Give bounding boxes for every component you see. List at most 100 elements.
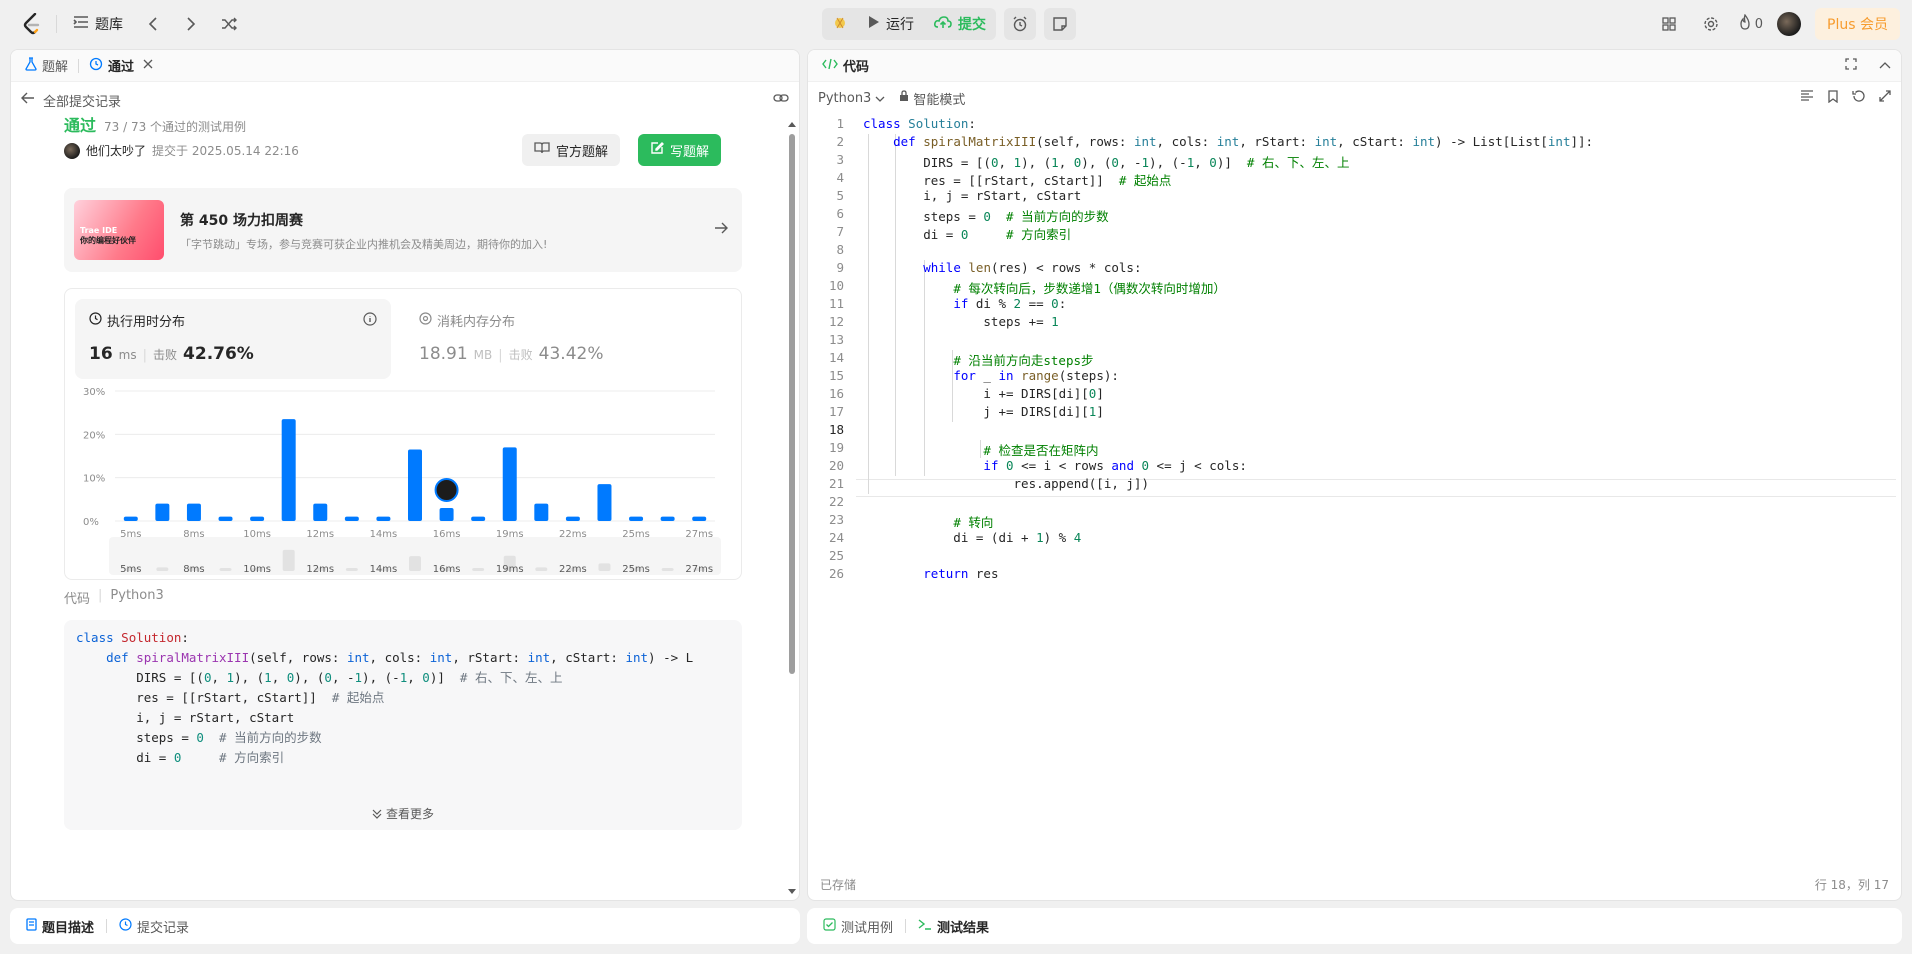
minimap-bar — [156, 567, 169, 571]
smart-mode-toggle[interactable]: 智能模式 — [899, 89, 965, 108]
minimap-label: 16ms — [433, 564, 461, 575]
editor-status-bar: 已存储 行 18，列 17 — [808, 868, 1901, 900]
bookmark-icon[interactable] — [1828, 89, 1838, 107]
history-icon — [89, 57, 103, 75]
alarm-icon[interactable] — [1004, 8, 1036, 40]
divider — [78, 58, 80, 73]
see-more-button[interactable]: 查看更多 — [64, 790, 742, 830]
scrollbar-thumb[interactable] — [789, 134, 795, 674]
share-link-icon[interactable] — [773, 92, 789, 108]
chart-bar — [502, 447, 517, 521]
minimap-label: 14ms — [370, 564, 398, 575]
tab-test-result[interactable]: 测试结果 — [914, 917, 993, 936]
tab-description-label: 题目描述 — [42, 920, 95, 936]
contest-banner[interactable]: Trae IDE 你的编程好伙伴 第 450 场力扣周赛 「字节跳动」专场，参与… — [64, 188, 742, 272]
tab-accepted-label: 通过 — [108, 60, 135, 75]
tab-testcase[interactable]: 测试用例 — [819, 917, 897, 936]
plus-member-button[interactable]: Plus 会员 — [1815, 8, 1900, 40]
close-icon[interactable] — [143, 58, 153, 73]
submitted-code-preview[interactable]: class Solution: def spiralMatrixIII(self… — [64, 620, 742, 830]
run-button[interactable]: 运行 — [858, 8, 924, 40]
minimap-bar — [282, 549, 295, 571]
leetcode-logo-icon[interactable] — [18, 10, 46, 38]
language-select[interactable]: Python3 — [818, 91, 885, 106]
next-problem-button[interactable] — [177, 10, 205, 38]
info-icon[interactable] — [363, 311, 377, 330]
write-solution-button[interactable]: 写题解 — [638, 134, 722, 166]
tab-submissions[interactable]: 提交记录 — [115, 917, 193, 936]
code-editor[interactable]: 1 class Solution: 2 def spiralMatrixIII(s… — [808, 116, 1901, 856]
book-icon — [534, 142, 550, 158]
code-lang: Python3 — [110, 588, 164, 603]
debug-button[interactable] — [822, 8, 858, 40]
left-panel: 题解 通过 全部提交记录 通过 73 / 73 个通过的测试用例 他们太吵了 提… — [10, 49, 800, 901]
chart-bar — [186, 503, 201, 521]
layout-icon[interactable] — [1655, 10, 1683, 38]
result-status: 通过 — [64, 116, 97, 135]
collapse-chevron-icon[interactable] — [1879, 58, 1891, 73]
tab-description[interactable]: 题目描述 — [22, 917, 98, 936]
chart-bar — [439, 508, 454, 521]
minimap-bar — [345, 568, 358, 571]
submitted-time: 提交于 2025.05.14 22:16 — [152, 144, 299, 158]
runtime-value: 16 — [89, 344, 113, 364]
language-label: Python3 — [818, 90, 872, 106]
run-submit-group: 运行 提交 — [822, 8, 996, 40]
banner-thumb-line2: 你的编程好伙伴 — [80, 236, 136, 245]
arrow-left-icon[interactable] — [21, 92, 35, 108]
y-tick-label: 10% — [83, 474, 105, 485]
note-icon[interactable] — [1044, 8, 1076, 40]
stats-box: 执行用时分布 16 ms | 击败 42.76% 消耗内存分布 18.91 MB… — [64, 288, 742, 580]
flask-icon — [25, 56, 37, 75]
write-solution-label: 写题解 — [670, 144, 710, 160]
user-avatar[interactable] — [1777, 12, 1802, 36]
back-row: 全部提交记录 — [21, 88, 789, 112]
reset-icon[interactable] — [1852, 89, 1865, 107]
code-header: 代码 | Python3 — [64, 588, 164, 607]
tests-passed: 73 / 73 个通过的测试用例 — [104, 120, 247, 134]
problem-bank-button[interactable]: 题库 — [67, 10, 129, 38]
runtime-unit: ms — [118, 348, 137, 362]
official-solution-button[interactable]: 官方题解 — [522, 134, 621, 166]
runtime-title: 执行用时分布 — [107, 315, 186, 330]
format-icon[interactable] — [1800, 89, 1814, 107]
minimap-bar — [219, 568, 232, 571]
minimap-label: 8ms — [183, 564, 204, 575]
memory-unit: MB — [473, 348, 493, 362]
submit-button[interactable]: 提交 — [924, 8, 996, 40]
chart-bar — [534, 503, 549, 521]
minimap-label: 12ms — [306, 564, 334, 575]
minimap-label: 22ms — [559, 564, 587, 575]
tab-solutions[interactable]: 题解 — [21, 56, 72, 75]
editor-actions — [1800, 89, 1891, 107]
chart-bar — [218, 516, 233, 521]
minimap-label: 10ms — [243, 564, 271, 575]
settings-gear-icon[interactable] — [1697, 10, 1725, 38]
chart-bar — [344, 516, 359, 521]
tab-testcase-label: 测试用例 — [841, 920, 894, 936]
shuffle-icon[interactable] — [215, 10, 243, 38]
all-submissions-link[interactable]: 全部提交记录 — [43, 91, 121, 110]
user-position-marker — [434, 478, 459, 502]
runtime-card[interactable]: 执行用时分布 16 ms | 击败 42.76% — [75, 299, 391, 379]
tab-code[interactable]: 代码 — [818, 56, 873, 75]
left-scrollbar[interactable] — [787, 118, 797, 894]
minimap-label: 27ms — [685, 564, 713, 575]
tab-accepted[interactable]: 通过 — [85, 56, 157, 75]
runtime-distribution-chart[interactable]: 30% 20% 10% 0% 5ms 8ms 10ms 12ms 14ms 16ms 19ms 22m… — [65, 377, 741, 577]
memory-card[interactable]: 消耗内存分布 18.91 MB | 击败 43.42% — [405, 299, 721, 379]
editor-tabs: 代码 — [808, 50, 1901, 82]
memory-beats: 43.42% — [538, 344, 604, 364]
expand-icon[interactable] — [1879, 89, 1891, 107]
chart-bar — [155, 503, 170, 521]
chart-bar — [281, 419, 296, 521]
cloud-upload-icon — [934, 15, 952, 33]
prev-problem-button[interactable] — [139, 10, 167, 38]
run-label: 运行 — [886, 17, 914, 33]
streak-counter[interactable]: 0 — [1739, 13, 1763, 34]
submitter-name[interactable]: 他们太吵了 — [86, 142, 146, 159]
chart-bar — [660, 516, 675, 521]
divider — [905, 919, 907, 933]
editor-toolbar: Python3 智能模式 — [808, 82, 1901, 114]
fullscreen-icon[interactable] — [1845, 57, 1857, 74]
